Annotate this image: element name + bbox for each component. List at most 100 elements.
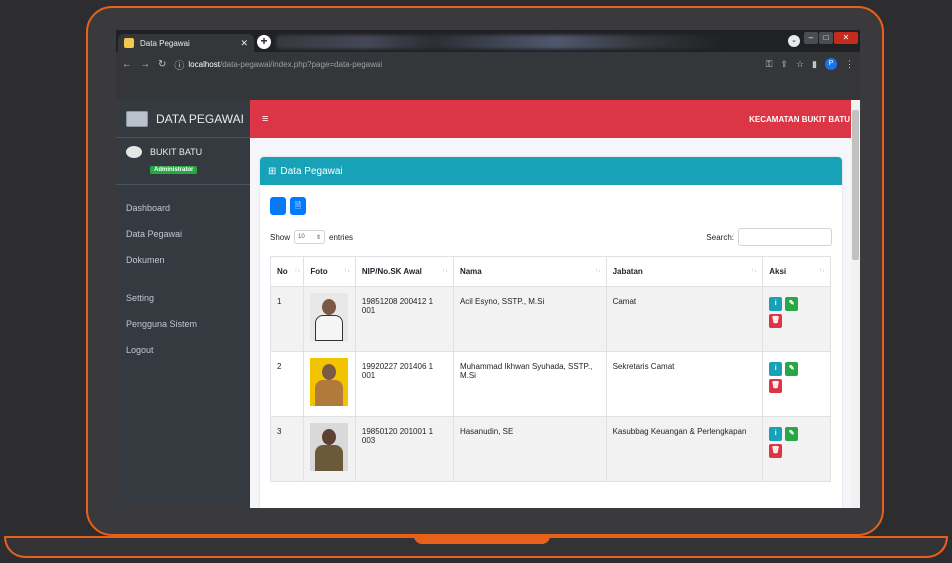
profile-avatar[interactable]: P bbox=[825, 58, 837, 70]
sort-icon: ↑↓ bbox=[343, 268, 350, 274]
sidebar-item-setting[interactable]: Setting bbox=[116, 285, 250, 311]
card-header: ⊞ Data Pegawai bbox=[260, 157, 842, 185]
cell-jabatan: Kasubbag Keuangan & Perlengkapan bbox=[605, 416, 764, 482]
edit-icon[interactable]: ✎ bbox=[785, 427, 799, 441]
employee-table: No ↑↓ Foto ↑↓ NIP/No.SK Awal ↑↓ Nama ↑↓ Jaba… bbox=[269, 256, 831, 482]
back-arrow-icon[interactable]: ← bbox=[122, 59, 132, 70]
cell-foto bbox=[303, 416, 356, 482]
card-title: Data Pegawai bbox=[280, 165, 343, 177]
trash-icon[interactable]: 🗑 bbox=[769, 314, 783, 328]
entries-label: entries bbox=[329, 232, 354, 242]
key-icon[interactable]: ⚿ bbox=[766, 59, 773, 70]
hamburger-menu-icon[interactable]: ≡ bbox=[262, 113, 268, 125]
tab-title: Data Pegawai bbox=[140, 38, 190, 48]
address-bar: ← → ↻ ⓘ localhost/data-pegawai/index.php… bbox=[116, 52, 860, 76]
cell-aksi: i ✎ 🗑 bbox=[762, 286, 831, 352]
more-menu-icon[interactable]: ⋮ bbox=[845, 59, 854, 70]
data-pegawai-card: ⊞ Data Pegawai 👤 🗎 Show 10 ⇕ entries Sea… bbox=[260, 157, 842, 508]
export-document-button[interactable]: 🗎 bbox=[290, 197, 306, 215]
cell-nip: 19920227 201406 1 001 bbox=[354, 351, 454, 417]
bookmarks-bar bbox=[116, 76, 860, 100]
cell-jabatan: Camat bbox=[605, 286, 764, 352]
column-header-aksi[interactable]: Aksi ↑↓ bbox=[762, 256, 831, 287]
brand-text: DATA PEGAWAI bbox=[156, 111, 245, 126]
edit-icon[interactable]: ✎ bbox=[785, 297, 799, 311]
sidebar-brand[interactable]: DATA PEGAWAI bbox=[116, 100, 250, 138]
table-row: 1 19851208 200412 1 001 Acil Esyno, SSTP… bbox=[269, 286, 831, 352]
browser-window: Data Pegawai ✕ + ⌄ – □ ✕ ← → ↻ ⓘ localho… bbox=[116, 30, 860, 508]
trash-icon[interactable]: 🗑 bbox=[769, 444, 783, 458]
column-header-nip[interactable]: NIP/No.SK Awal ↑↓ bbox=[354, 256, 454, 287]
app-layout: DATA PEGAWAI BUKIT BATU Administrator Da… bbox=[116, 100, 860, 508]
cell-nip: 19850120 201001 1 003 bbox=[354, 416, 454, 482]
navbar-title: KECAMATAN BUKIT BATU bbox=[749, 114, 850, 124]
info-icon[interactable]: i bbox=[769, 427, 783, 441]
entries-select[interactable]: 10 ⇕ bbox=[294, 230, 326, 244]
table-row: 2 19920227 201406 1 001 Muhammad Ikhwan … bbox=[269, 351, 831, 417]
sidebar-menu: Dashboard Data Pegawai Dokumen Setting P… bbox=[116, 185, 250, 363]
cell-nip: 19851208 200412 1 001 bbox=[354, 286, 454, 352]
search-input[interactable] bbox=[738, 228, 832, 246]
show-label: Show bbox=[270, 232, 291, 242]
employee-photo bbox=[310, 293, 349, 341]
sidebar-item-dokumen[interactable]: Dokumen bbox=[116, 247, 250, 273]
cell-no: 3 bbox=[269, 416, 305, 482]
cell-no: 1 bbox=[269, 286, 305, 352]
reload-icon[interactable]: ↻ bbox=[158, 59, 166, 70]
sidebar-item-pengguna-sistem[interactable]: Pengguna Sistem bbox=[116, 311, 250, 337]
cell-nama: Acil Esyno, SSTP., M.Si bbox=[452, 286, 607, 352]
favicon-icon bbox=[124, 38, 134, 48]
top-navbar: ≡ KECAMATAN BUKIT BATU bbox=[250, 100, 860, 138]
select-arrows-icon: ⇕ bbox=[315, 234, 322, 241]
sidebar: DATA PEGAWAI BUKIT BATU Administrator Da… bbox=[116, 100, 250, 508]
sidebar-item-logout[interactable]: Logout bbox=[116, 337, 250, 363]
cell-no: 2 bbox=[269, 351, 305, 417]
column-header-nama[interactable]: Nama ↑↓ bbox=[452, 256, 607, 287]
entries-value: 10 bbox=[298, 234, 305, 240]
table-row: 3 19850120 201001 1 003 Hasanudin, SE Ka… bbox=[269, 416, 831, 482]
page-scrollbar[interactable] bbox=[851, 100, 860, 508]
cell-aksi: i ✎ 🗑 bbox=[762, 416, 831, 482]
column-header-foto[interactable]: Foto ↑↓ bbox=[303, 256, 356, 287]
minimize-button[interactable]: – bbox=[804, 32, 818, 44]
close-tab-icon[interactable]: ✕ bbox=[240, 38, 248, 49]
sort-icon: ↑↓ bbox=[594, 268, 601, 274]
cell-aksi: i ✎ 🗑 bbox=[762, 351, 831, 417]
sidebar-item-dashboard[interactable]: Dashboard bbox=[116, 195, 250, 221]
role-badge: Administrator bbox=[150, 166, 198, 174]
url-field[interactable]: ⓘ localhost/data-pegawai/index.php?page=… bbox=[174, 57, 757, 72]
tab-search-icon[interactable]: ⌄ bbox=[788, 35, 800, 47]
new-tab-button[interactable]: + bbox=[257, 35, 271, 49]
sort-icon: ↑↓ bbox=[751, 268, 758, 274]
cell-foto bbox=[303, 351, 356, 417]
laptop-notch bbox=[414, 536, 550, 544]
cell-nama: Muhammad Ikhwan Syuhada, SSTP., M.Si bbox=[452, 351, 607, 417]
add-employee-button[interactable]: 👤 bbox=[270, 197, 286, 215]
maximize-button[interactable]: □ bbox=[819, 32, 833, 44]
user-panel: BUKIT BATU Administrator bbox=[116, 138, 250, 185]
info-icon[interactable]: i bbox=[769, 362, 783, 376]
search-label: Search: bbox=[706, 232, 734, 242]
brand-logo-icon bbox=[126, 110, 148, 127]
info-icon[interactable]: ⓘ bbox=[174, 57, 184, 72]
cell-foto bbox=[303, 286, 356, 352]
sidepanel-icon[interactable]: ▮ bbox=[812, 59, 817, 70]
employee-photo bbox=[310, 423, 349, 471]
close-window-button[interactable]: ✕ bbox=[834, 32, 858, 44]
column-header-jabatan[interactable]: Jabatan ↑↓ bbox=[605, 256, 764, 287]
share-icon[interactable]: ⇪ bbox=[780, 59, 788, 70]
edit-icon[interactable]: ✎ bbox=[785, 362, 799, 376]
bookmark-star-icon[interactable]: ☆ bbox=[796, 59, 804, 70]
sort-icon: ↑↓ bbox=[441, 268, 448, 274]
other-tabs-blurred bbox=[276, 35, 726, 49]
column-header-no[interactable]: No ↑↓ bbox=[269, 256, 305, 287]
info-icon[interactable]: i bbox=[769, 297, 783, 311]
browser-tab-active[interactable]: Data Pegawai ✕ bbox=[118, 34, 254, 52]
forward-arrow-icon[interactable]: → bbox=[140, 59, 150, 70]
main-content: ≡ KECAMATAN BUKIT BATU ⊞ Data Pegawai 👤 … bbox=[250, 100, 860, 508]
sidebar-item-data-pegawai[interactable]: Data Pegawai bbox=[116, 221, 250, 247]
scrollbar-thumb[interactable] bbox=[852, 110, 859, 260]
url-path: /data-pegawai/index.php?page=data-pegawa… bbox=[219, 59, 383, 69]
trash-icon[interactable]: 🗑 bbox=[769, 379, 783, 393]
sort-icon: ↑↓ bbox=[294, 268, 301, 274]
